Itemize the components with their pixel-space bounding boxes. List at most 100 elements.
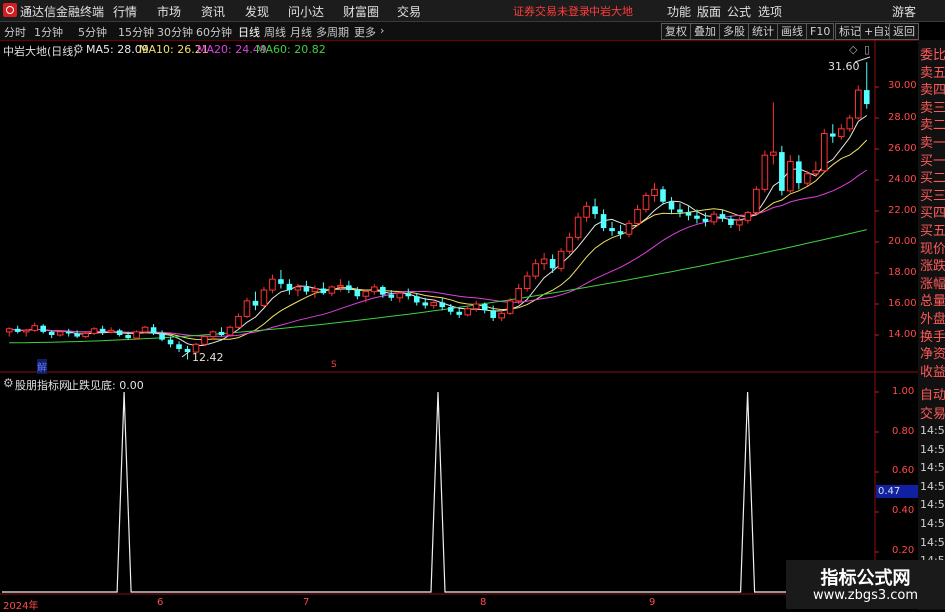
candle-body xyxy=(243,300,251,317)
candle-body xyxy=(167,339,174,345)
period-more[interactable]: 更多 xyxy=(354,24,376,40)
menu-caifuquan[interactable]: 财富圈 xyxy=(343,3,379,20)
candle-body xyxy=(863,90,870,105)
candle-body xyxy=(133,331,140,339)
menu-hangqing[interactable]: 行情 xyxy=(113,3,137,20)
fuquan-button[interactable]: 复权 xyxy=(661,23,691,40)
app-title: 通达信金融终端 xyxy=(20,5,105,19)
price-tick-label: 24.00 xyxy=(888,174,917,185)
auto-trade-label[interactable]: 自动 xyxy=(920,384,945,403)
candle-body xyxy=(651,188,658,197)
kline-chart[interactable] xyxy=(0,40,918,610)
multi-stock-button[interactable]: 多股 xyxy=(719,23,749,40)
quote-label[interactable]: 总量 xyxy=(920,290,945,309)
trade-time: 14:56 xyxy=(920,424,945,437)
candle-body xyxy=(677,209,683,213)
candle-body xyxy=(549,259,556,269)
stats-button[interactable]: 统计 xyxy=(748,23,778,40)
candle-body xyxy=(515,288,522,302)
candle-body xyxy=(566,236,573,252)
auto-trade-label[interactable]: 交易 xyxy=(920,403,945,422)
menu-wenxiaoda[interactable]: 问小达 xyxy=(288,3,324,20)
draw-line-button[interactable]: 画线 xyxy=(777,23,807,40)
quote-label[interactable]: 涨跌 xyxy=(920,255,945,274)
candle-body xyxy=(56,331,64,336)
quote-label[interactable]: 卖三 xyxy=(920,97,945,116)
price-tick-label: 30.00 xyxy=(888,80,917,91)
period-5min[interactable]: 5分钟 xyxy=(78,24,107,40)
quote-label[interactable]: 卖四 xyxy=(920,79,945,98)
candle-body xyxy=(846,117,854,130)
candle-body xyxy=(235,315,242,328)
f10-button[interactable]: F10 xyxy=(806,23,835,40)
candle-body xyxy=(362,291,370,297)
candle-body xyxy=(311,288,319,293)
menu-faxian[interactable]: 发现 xyxy=(245,3,269,20)
menu-zixun[interactable]: 资讯 xyxy=(201,3,225,20)
period-weekly[interactable]: 周线 xyxy=(264,24,286,40)
back-button[interactable]: 返回 xyxy=(889,23,919,40)
period-1min[interactable]: 1分钟 xyxy=(34,24,63,40)
quote-label[interactable]: 外盘 xyxy=(920,308,945,327)
indicator-gear-icon[interactable]: ⚙ xyxy=(3,376,14,390)
candle-body xyxy=(286,283,293,291)
quote-label[interactable]: 委比 xyxy=(920,44,945,63)
quote-label[interactable]: 买五 xyxy=(920,220,945,239)
quote-label[interactable]: 卖二 xyxy=(920,114,945,133)
candle-body xyxy=(405,293,412,297)
sell-marker[interactable]: S xyxy=(331,360,337,370)
candle-body xyxy=(481,304,488,311)
candle-body xyxy=(90,328,98,334)
quote-label[interactable]: 买二 xyxy=(920,167,945,186)
quote-label[interactable]: 买四 xyxy=(920,202,945,221)
quote-label[interactable]: 卖一 xyxy=(920,132,945,151)
price-tick-label: 20.00 xyxy=(888,236,917,247)
candle-body xyxy=(328,286,336,294)
menu-gongneng[interactable]: 功能 xyxy=(667,3,691,20)
period-60min[interactable]: 60分钟 xyxy=(196,24,232,40)
overlay-button[interactable]: 叠加 xyxy=(690,23,720,40)
candle-body xyxy=(176,344,182,349)
menu-gongshi[interactable]: 公式 xyxy=(727,3,751,20)
candle-body xyxy=(31,325,39,331)
login-status[interactable]: 证券交易未登录 xyxy=(513,3,590,19)
candle-body xyxy=(218,331,225,335)
candle-body xyxy=(430,301,438,307)
menu-jiaoyi[interactable]: 交易 xyxy=(397,3,421,20)
quote-label[interactable]: 现价 xyxy=(920,238,945,257)
candle-body xyxy=(99,328,106,332)
menu-banmian[interactable]: 版面 xyxy=(697,3,721,20)
menu-shichang[interactable]: 市场 xyxy=(157,3,181,20)
indicator-name[interactable]: 股朋指标网 xyxy=(15,377,70,393)
quote-label[interactable]: 换手 xyxy=(920,326,945,345)
period-30min[interactable]: 30分钟 xyxy=(157,24,193,40)
chevron-right-icon[interactable]: › xyxy=(380,24,384,37)
quote-label[interactable]: 买三 xyxy=(920,185,945,204)
candle-body xyxy=(506,300,514,314)
candle-body xyxy=(260,289,268,307)
quote-label[interactable]: 涨幅 xyxy=(920,273,945,292)
quote-label[interactable]: 卖五 xyxy=(920,62,945,81)
quote-label[interactable]: 净资 xyxy=(920,343,945,362)
period-multi[interactable]: 多周期 xyxy=(316,24,349,40)
unlock-marker[interactable]: 解 xyxy=(37,359,47,374)
quote-label[interactable]: 买一 xyxy=(920,150,945,169)
period-fenshi[interactable]: 分时 xyxy=(4,24,26,40)
trade-time: 14:56 xyxy=(920,535,945,549)
candle-body xyxy=(796,161,802,184)
candle-body xyxy=(439,302,446,308)
quote-label[interactable]: 收益 xyxy=(920,361,945,380)
period-monthly[interactable]: 月线 xyxy=(290,24,312,40)
candle-body xyxy=(728,218,734,225)
candle-body xyxy=(252,300,259,306)
user-label[interactable]: 游客 xyxy=(892,3,916,20)
candle-body xyxy=(710,213,718,223)
trade-time: 14:56 xyxy=(920,461,945,475)
x-label-sep: 9 xyxy=(649,597,656,608)
watermark-banner: 指标公式网 www.zbgs3.com xyxy=(786,560,945,609)
period-daily[interactable]: 日线 xyxy=(238,24,260,40)
watermark-url: www.zbgs3.com xyxy=(812,588,919,603)
ma20-line xyxy=(9,169,868,337)
period-15min[interactable]: 15分钟 xyxy=(118,24,154,40)
menu-xuanxiang[interactable]: 选项 xyxy=(758,3,782,20)
